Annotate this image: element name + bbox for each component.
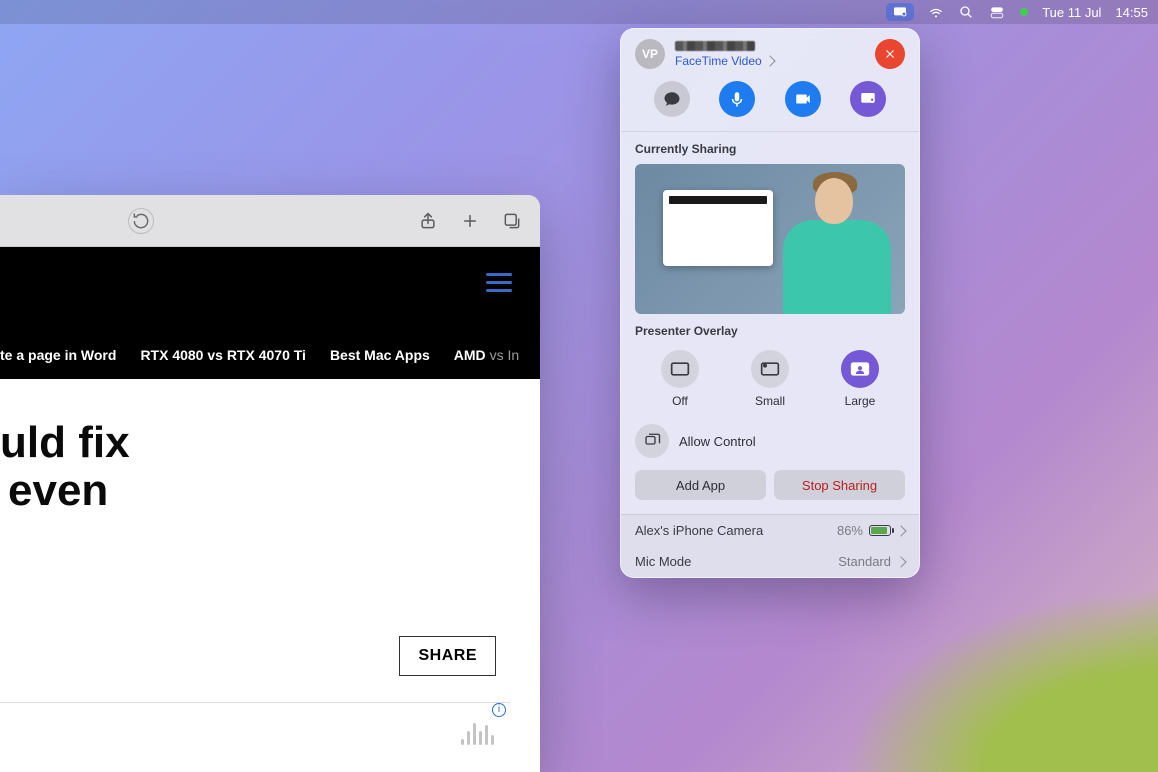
- menubar: Tue 11 Jul 14:55: [0, 0, 1158, 24]
- spotlight-search-icon[interactable]: [958, 4, 974, 20]
- messages-button[interactable]: [654, 81, 690, 117]
- site-header: [0, 247, 540, 331]
- panel-header: VP FaceTime Video: [621, 29, 919, 75]
- menubar-time[interactable]: 14:55: [1115, 5, 1148, 20]
- allow-control-row[interactable]: Allow Control: [621, 420, 919, 470]
- panel-buttons: Add App Stop Sharing: [621, 470, 919, 514]
- info-badge-icon[interactable]: i: [492, 703, 506, 717]
- battery-percentage: 86%: [837, 523, 863, 538]
- link-item[interactable]: RTX 4080 vs RTX 4070 Ti: [140, 347, 306, 363]
- end-call-button[interactable]: [875, 39, 905, 69]
- desktop-wallpaper-accent: [798, 592, 1158, 772]
- overlay-option-off[interactable]: Off: [661, 350, 699, 408]
- allow-control-icon: [635, 424, 669, 458]
- chevron-right-icon: [764, 55, 775, 66]
- presenter-overlay-label: Presenter Overlay: [621, 314, 919, 346]
- overlay-option-large[interactable]: Large: [841, 350, 879, 408]
- link-item[interactable]: Best Mac Apps: [330, 347, 430, 363]
- panel-footer: Alex's iPhone Camera 86% Mic Mode Standa…: [621, 514, 919, 577]
- hamburger-menu-icon[interactable]: [486, 273, 512, 292]
- control-center-icon[interactable]: [988, 5, 1006, 19]
- call-controls: [621, 75, 919, 132]
- mic-mode-row[interactable]: Mic Mode Standard: [621, 546, 919, 577]
- stop-sharing-button[interactable]: Stop Sharing: [774, 470, 905, 500]
- camera-label: Alex's iPhone Camera: [635, 523, 763, 538]
- privacy-indicator-dot: [1020, 8, 1028, 16]
- screen-share-menubar-icon[interactable]: [886, 3, 914, 21]
- mic-mode-label: Mic Mode: [635, 554, 691, 569]
- microphone-button[interactable]: [719, 81, 755, 117]
- currently-sharing-label: Currently Sharing: [621, 132, 919, 164]
- menubar-date[interactable]: Tue 11 Jul: [1042, 5, 1101, 20]
- overlay-options: Off Small Large: [621, 346, 919, 420]
- link-item[interactable]: te a page in Word: [0, 347, 116, 363]
- share-button[interactable]: SHARE: [399, 636, 496, 676]
- trending-links: te a page in Word RTX 4080 vs RTX 4070 T…: [0, 331, 540, 379]
- overlay-option-small[interactable]: Small: [751, 350, 789, 408]
- article-headline: uld fix even: [0, 419, 510, 516]
- reload-button[interactable]: [128, 208, 154, 234]
- battery-icon: [869, 525, 891, 536]
- safari-window: te a page in Word RTX 4080 vs RTX 4070 T…: [0, 195, 540, 772]
- overlay-option-label: Off: [672, 394, 688, 408]
- call-type-link[interactable]: FaceTime Video: [675, 54, 865, 68]
- caller-name-redacted: [675, 41, 755, 51]
- link-item[interactable]: AMD: [454, 347, 486, 363]
- camera-row[interactable]: Alex's iPhone Camera 86%: [621, 515, 919, 546]
- new-tab-icon[interactable]: [460, 211, 480, 231]
- overlay-option-label: Large: [845, 394, 876, 408]
- add-app-button[interactable]: Add App: [635, 470, 766, 500]
- article-body: uld fix even SHARE i: [0, 379, 540, 745]
- audio-wave-icon[interactable]: i: [0, 703, 510, 745]
- overlay-option-label: Small: [755, 394, 785, 408]
- chevron-right-icon: [895, 525, 906, 536]
- wifi-icon[interactable]: [928, 4, 944, 20]
- tab-overview-icon[interactable]: [502, 211, 522, 231]
- facetime-sharing-panel: VP FaceTime Video Currently Sharing: [620, 28, 920, 578]
- camera-button[interactable]: [785, 81, 821, 117]
- mic-mode-value: Standard: [838, 554, 891, 569]
- allow-control-label: Allow Control: [679, 434, 756, 449]
- screen-share-button[interactable]: [850, 81, 886, 117]
- safari-toolbar: [0, 195, 540, 247]
- avatar[interactable]: VP: [635, 39, 665, 69]
- chevron-right-icon: [895, 556, 906, 567]
- link-item-suffix: vs In: [490, 347, 520, 363]
- share-icon[interactable]: [418, 211, 438, 231]
- sharing-preview[interactable]: [635, 164, 905, 314]
